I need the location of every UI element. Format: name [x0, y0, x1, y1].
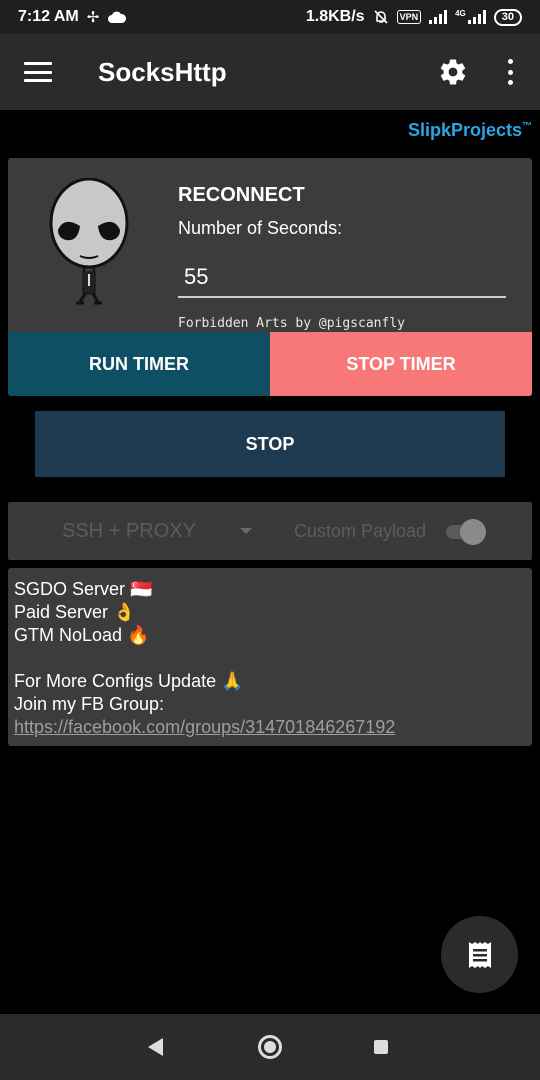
artist-credit: Forbidden Arts by @pigscanfly	[178, 316, 405, 331]
brand-name: SlipkProjects	[407, 120, 522, 140]
app-toolbar: SocksHttp	[0, 34, 540, 110]
tunnel-mode-select[interactable]: SSH + PROXY	[62, 520, 252, 543]
log-fab-button[interactable]	[441, 916, 518, 993]
cloud-icon	[108, 11, 127, 23]
fb-group-link[interactable]: https://facebook.com/groups/314701846267…	[14, 716, 526, 739]
custom-payload-label: Custom Payload	[293, 520, 427, 541]
note-line: Join my FB Group:	[14, 694, 165, 714]
system-nav-bar	[0, 1014, 540, 1080]
home-icon[interactable]	[258, 1035, 282, 1059]
tunnel-mode-value: SSH + PROXY	[62, 519, 196, 542]
stop-timer-button[interactable]: STOP TIMER	[270, 332, 532, 396]
note-line: SGDO Server 🇸🇬	[14, 579, 153, 599]
alien-icon	[49, 178, 129, 305]
app-title: SocksHttp	[98, 56, 227, 87]
custom-payload-toggle[interactable]	[442, 517, 487, 545]
seconds-input[interactable]	[178, 258, 506, 298]
back-icon[interactable]	[148, 1038, 163, 1056]
status-bar: 7:12 AM ✢ 1.8KB/s VPN 4G 30	[0, 0, 540, 34]
status-time: 7:12 AM	[18, 8, 79, 25]
vpn-badge: VPN	[396, 10, 422, 24]
reconnect-card: RECONNECT Number of Seconds: Forbidden A…	[8, 158, 532, 396]
recent-apps-icon[interactable]	[374, 1040, 388, 1054]
note-line: For More Configs Update 🙏	[14, 671, 244, 691]
brand-label: SlipkProjects™	[408, 120, 532, 141]
note-line: Paid Server 👌	[14, 602, 136, 622]
network-type: 4G	[455, 9, 466, 18]
seconds-label: Number of Seconds:	[178, 218, 343, 238]
receipt-log-icon	[468, 941, 491, 968]
fan-icon: ✢	[86, 9, 100, 26]
dropdown-arrow-icon	[239, 528, 252, 534]
battery-icon: 30	[493, 8, 522, 26]
more-vert-icon[interactable]	[504, 59, 516, 85]
note-line: GTM NoLoad 🔥	[14, 625, 150, 645]
reconnect-title: RECONNECT	[178, 184, 305, 206]
hamburger-icon[interactable]	[24, 62, 52, 82]
mute-icon	[373, 10, 388, 24]
mode-bar: SSH + PROXY Custom Payload	[8, 502, 532, 560]
run-timer-button[interactable]: RUN TIMER	[8, 332, 270, 396]
trademark-mark: ™	[522, 121, 532, 132]
gear-icon[interactable]	[438, 57, 468, 87]
signal-icon	[429, 10, 448, 24]
network-speed: 1.8KB/s	[305, 8, 365, 25]
stop-button[interactable]: STOP	[35, 411, 505, 477]
signal-icon-2	[467, 10, 486, 24]
config-notes: SGDO Server 🇸🇬 Paid Server 👌 GTM NoLoad …	[8, 568, 532, 746]
